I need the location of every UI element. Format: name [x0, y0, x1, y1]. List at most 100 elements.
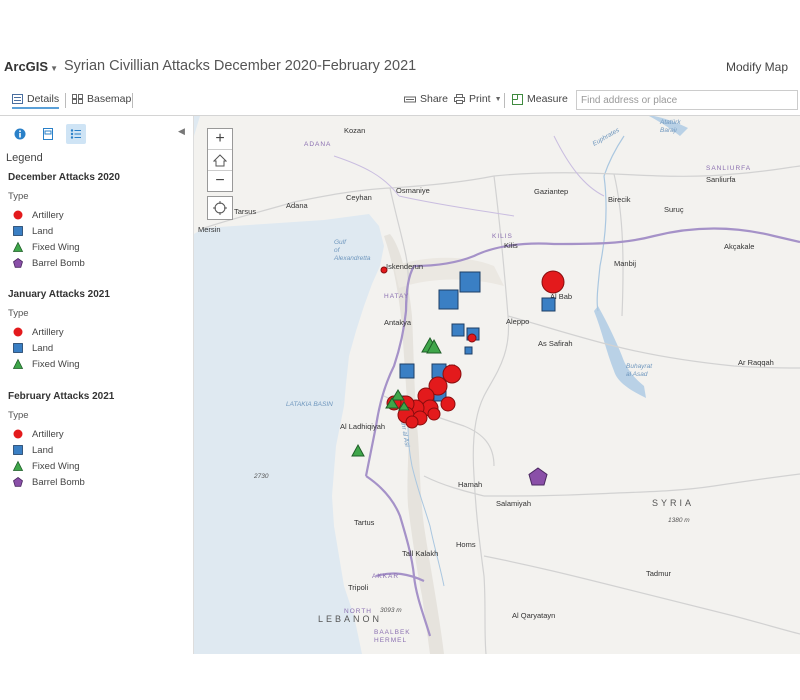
basemap-button[interactable]: Basemap: [72, 93, 131, 105]
info-icon: [14, 128, 26, 140]
zoom-in-button[interactable]: +: [208, 129, 232, 150]
legend-item-label: Barrel Bomb: [32, 476, 85, 488]
legend-item-land: Land: [8, 442, 188, 458]
land-square-icon: [13, 226, 23, 236]
legend-section-january: January Attacks 2021 Type Artillery Land…: [8, 289, 188, 372]
legend-item-label: Fixed Wing: [32, 358, 80, 370]
label-syria: SYRIA: [652, 498, 694, 508]
label-ar-raqqah: Ar Raqqah: [738, 358, 774, 367]
label-kozan: Kozan: [344, 126, 365, 135]
basemap-grid-icon: [72, 94, 83, 104]
label-hamah: Hamah: [458, 480, 482, 489]
zoom-out-button[interactable]: −: [208, 171, 232, 191]
arcgis-menu[interactable]: ArcGIS ▼: [4, 59, 58, 74]
marker-artillery[interactable]: [440, 396, 456, 412]
fixed-wing-triangle-icon: [12, 241, 24, 252]
tab-content[interactable]: [38, 124, 58, 144]
locate-icon: [213, 201, 227, 215]
legend-title: Legend: [6, 152, 43, 164]
marker-artillery[interactable]: [467, 333, 477, 343]
toolbar: Details Basemap Share Print ▼ Measure: [0, 90, 800, 112]
marker-land[interactable]: [464, 346, 473, 355]
legend-section-title: December Attacks 2020: [8, 172, 120, 183]
map-title: Syrian Civillian Attacks December 2020-F…: [64, 58, 417, 74]
measure-label: Measure: [527, 93, 568, 105]
legend-section-december: December Attacks 2020 Type Artillery Lan…: [8, 172, 188, 271]
details-button[interactable]: Details: [12, 93, 60, 109]
measure-icon: [512, 93, 523, 105]
label-ceyhan: Ceyhan: [346, 193, 372, 202]
marker-land[interactable]: [399, 363, 415, 379]
label-adana-region: ADANA: [304, 141, 331, 148]
locate-button[interactable]: [207, 196, 233, 220]
barrel-bomb-pentagon-icon: [13, 258, 23, 268]
marker-artillery[interactable]: [380, 266, 388, 274]
label-baalbek-hermel: BAALBEK HERMEL: [374, 629, 411, 644]
chevron-down-icon: ▼: [50, 64, 58, 73]
tab-about[interactable]: [10, 124, 30, 144]
content-icon: [43, 128, 53, 140]
tab-legend[interactable]: [66, 124, 86, 144]
marker-land[interactable]: [438, 289, 459, 310]
legend-section-title: February Attacks 2021: [8, 391, 115, 402]
label-tartus: Tartus: [354, 518, 375, 527]
label-elevation: 1380 m: [668, 517, 690, 524]
legend-item-barrel-bomb: Barrel Bomb: [8, 255, 188, 271]
label-hatay: HATAY: [384, 293, 409, 300]
print-button[interactable]: Print ▼: [454, 93, 502, 105]
marker-artillery[interactable]: [541, 270, 565, 294]
home-button[interactable]: [208, 150, 232, 171]
legend-item-artillery: Artillery: [8, 324, 188, 340]
home-icon: [213, 153, 227, 166]
label-elevation: 2730: [253, 473, 269, 480]
label-elevation: 3093 m: [380, 607, 402, 614]
label-lebanon: LEBANON: [318, 614, 382, 624]
marker-land[interactable]: [541, 297, 556, 312]
land-square-icon: [13, 445, 23, 455]
legend-item-label: Artillery: [32, 326, 64, 338]
label-sanliurfa-region: SANLIURFA: [706, 165, 751, 172]
print-label: Print: [469, 93, 491, 105]
legend-item-label: Artillery: [32, 428, 64, 440]
marker-artillery[interactable]: [427, 407, 441, 421]
label-tadmur: Tadmur: [646, 569, 672, 578]
measure-button[interactable]: Measure: [512, 93, 568, 105]
marker-artillery[interactable]: [442, 364, 462, 384]
label-salamiyah: Salamiyah: [496, 499, 531, 508]
collapse-panel-icon[interactable]: ◀: [178, 126, 185, 137]
label-osmaniye: Osmaniye: [396, 186, 430, 195]
label-kilis-region: KILIS: [492, 233, 513, 240]
label-kilis: Kilis: [504, 241, 518, 250]
toolbar-divider: [132, 93, 133, 108]
toolbar-divider: [65, 93, 66, 108]
details-label: Details: [27, 93, 60, 105]
printer-icon: [454, 94, 465, 104]
map-view[interactable]: Kozan ADANA Osmaniye Ceyhan Adana Tarsus…: [194, 116, 800, 654]
legend-item-label: Barrel Bomb: [32, 257, 85, 269]
search-input[interactable]: [576, 90, 798, 110]
zoom-controls: + −: [207, 128, 233, 192]
marker-land[interactable]: [451, 323, 465, 337]
legend-item-land: Land: [8, 340, 188, 356]
sidebar-panel: ◀ Legend December Attacks 2020 Type Arti…: [0, 116, 194, 654]
marker-land[interactable]: [459, 271, 481, 293]
legend-item-label: Fixed Wing: [32, 241, 80, 253]
legend-item-label: Land: [32, 225, 54, 237]
artillery-circle-icon: [13, 327, 23, 337]
legend-section-february: February Attacks 2021 Type Artillery Lan…: [8, 391, 188, 490]
land-square-icon: [13, 343, 23, 353]
legend-section-title: January Attacks 2021: [8, 289, 110, 300]
label-tall-kalakh: Tall Kalakh: [402, 549, 438, 558]
legend-item-artillery: Artillery: [8, 426, 188, 442]
fixed-wing-triangle-icon: [12, 460, 24, 471]
legend-item-label: Fixed Wing: [32, 460, 80, 472]
label-akkar: AKKAR: [372, 573, 399, 580]
legend-item-fixed-wing: Fixed Wing: [8, 239, 188, 255]
modify-map-link[interactable]: Modify Map: [726, 60, 788, 74]
share-button[interactable]: Share: [404, 93, 448, 105]
app-header: ArcGIS ▼ Syrian Civillian Attacks Decembe…: [0, 52, 800, 82]
legend-item-label: Artillery: [32, 209, 64, 221]
label-latakia-basin: LATAKIA BASIN: [286, 401, 333, 408]
map-canvas[interactable]: Kozan ADANA Osmaniye Ceyhan Adana Tarsus…: [194, 116, 800, 654]
marker-artillery[interactable]: [405, 415, 419, 429]
